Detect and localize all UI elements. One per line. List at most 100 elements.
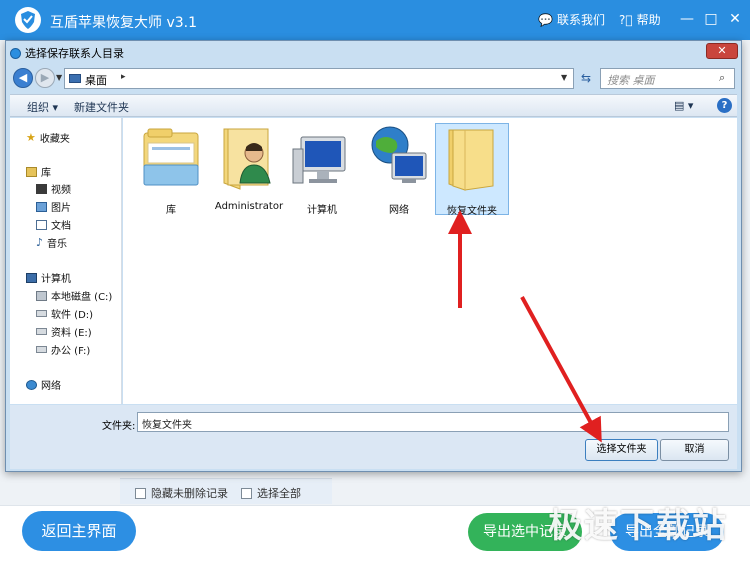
help-circle-icon[interactable]: ? bbox=[717, 98, 732, 113]
nav-videos[interactable]: 视频 bbox=[36, 181, 71, 196]
picture-icon bbox=[36, 201, 47, 212]
drive-icon bbox=[36, 310, 47, 317]
user-folder-icon bbox=[223, 128, 271, 190]
folder-icon bbox=[448, 129, 494, 191]
nav-label: 计算机 bbox=[41, 274, 71, 285]
navigation-bar: ◀ ▶ ▼ 桌面 ▸ ▼ ⇆ 搜索 桌面 ⌕ bbox=[10, 66, 737, 92]
contact-us-label: 联系我们 bbox=[556, 13, 605, 27]
nav-drive-f[interactable]: 办公 (F:) bbox=[36, 342, 90, 357]
minimize-icon[interactable]: — bbox=[678, 10, 696, 28]
dialog-footer: 文件夹: 恢复文件夹 选择文件夹 取消 bbox=[10, 405, 737, 469]
nav-drive-e[interactable]: 资料 (E:) bbox=[36, 324, 92, 339]
breadcrumb-chevron-icon[interactable]: ▸ bbox=[121, 72, 126, 82]
chat-icon: 💬 bbox=[538, 12, 553, 27]
checkbox-box bbox=[241, 487, 252, 499]
folder-name-label: 文件夹: bbox=[102, 421, 136, 432]
select-all-label: 选择全部 bbox=[257, 487, 301, 500]
history-dropdown-icon[interactable]: ▼ bbox=[56, 73, 62, 82]
maximize-icon[interactable]: □ bbox=[702, 10, 720, 28]
computer-icon bbox=[292, 136, 346, 184]
network-icon bbox=[371, 126, 427, 183]
nav-drive-c[interactable]: 本地磁盘 (C:) bbox=[36, 288, 112, 303]
nav-label: 资料 (E:) bbox=[51, 328, 92, 339]
item-library[interactable]: 库 bbox=[134, 123, 208, 216]
hide-deleted-checkbox[interactable]: 隐藏未删除记录 bbox=[135, 485, 228, 501]
search-icon[interactable]: ⌕ bbox=[719, 71, 725, 85]
nav-pictures[interactable]: 图片 bbox=[36, 199, 71, 214]
close-icon[interactable]: ✕ bbox=[726, 10, 744, 28]
nav-label: 音乐 bbox=[47, 239, 68, 250]
item-label: 库 bbox=[166, 205, 176, 216]
item-recovery-folder[interactable]: 恢复文件夹 bbox=[435, 123, 509, 217]
document-icon bbox=[36, 219, 47, 230]
view-options-icon[interactable]: ▤ ▾ bbox=[674, 99, 693, 112]
help-link[interactable]: ?⃝ 帮助 bbox=[619, 11, 661, 28]
system-drive-icon bbox=[36, 290, 47, 301]
organize-menu[interactable]: 组织 ▾ bbox=[27, 99, 58, 115]
item-administrator[interactable]: Administrator bbox=[212, 123, 286, 215]
watermark: 极速下载站 bbox=[548, 506, 728, 546]
item-computer[interactable]: 计算机 bbox=[285, 123, 359, 216]
hide-deleted-label: 隐藏未删除记录 bbox=[151, 487, 228, 500]
select-all-checkbox[interactable]: 选择全部 bbox=[241, 485, 301, 501]
nav-drive-d[interactable]: 软件 (D:) bbox=[36, 306, 93, 321]
nav-label: 图片 bbox=[51, 203, 71, 214]
item-network[interactable]: 网络 bbox=[362, 123, 436, 216]
help-icon: ?⃝ bbox=[619, 12, 633, 27]
nav-label: 视频 bbox=[51, 185, 71, 196]
back-arrow-icon[interactable]: ◀ bbox=[13, 68, 33, 88]
desktop-icon bbox=[69, 74, 81, 83]
address-bar[interactable]: 桌面 ▸ ▼ bbox=[64, 68, 574, 89]
library-icon bbox=[143, 128, 199, 186]
address-dropdown-icon[interactable]: ▼ bbox=[561, 73, 567, 82]
nav-label: 网络 bbox=[41, 381, 61, 392]
dialog-close-button[interactable]: ✕ bbox=[706, 43, 738, 59]
help-label: 帮助 bbox=[636, 13, 661, 27]
search-box[interactable]: 搜索 桌面 ⌕ bbox=[600, 68, 735, 89]
drive-icon bbox=[36, 346, 47, 353]
star-icon: ★ bbox=[26, 131, 36, 144]
shield-logo-icon bbox=[15, 7, 41, 33]
nav-music[interactable]: ♪ 音乐 bbox=[36, 235, 67, 250]
forward-arrow-icon[interactable]: ▶ bbox=[35, 68, 55, 88]
folder-name-input[interactable]: 恢复文件夹 bbox=[137, 412, 729, 432]
app-title: 互盾苹果恢复大师 v3.1 bbox=[50, 15, 197, 31]
network-icon bbox=[26, 379, 37, 390]
item-label: 恢复文件夹 bbox=[447, 206, 497, 217]
new-folder-button[interactable]: 新建文件夹 bbox=[74, 99, 129, 115]
nav-label: 办公 (F:) bbox=[51, 346, 91, 357]
nav-label: 文档 bbox=[51, 221, 71, 232]
nav-label: 库 bbox=[41, 168, 51, 179]
item-label: 计算机 bbox=[307, 205, 337, 216]
cancel-button[interactable]: 取消 bbox=[660, 439, 729, 461]
select-folder-dialog: 选择保存联系人目录 ✕ ◀ ▶ ▼ 桌面 ▸ ▼ ⇆ 搜索 桌面 ⌕ 组织 ▾ … bbox=[5, 40, 742, 472]
dialog-toolbar: 组织 ▾ 新建文件夹 ▤ ▾ ? bbox=[10, 94, 737, 117]
library-icon bbox=[26, 166, 37, 177]
back-to-home-button[interactable]: 返回主界面 bbox=[22, 511, 136, 551]
contact-us-link[interactable]: 💬 联系我们 bbox=[538, 11, 605, 28]
nav-documents[interactable]: 文档 bbox=[36, 217, 71, 232]
folder-content: 库 Administrator 计算机 网络 恢复文件夹 bbox=[123, 118, 737, 404]
computer-icon bbox=[26, 272, 37, 283]
video-icon bbox=[36, 183, 47, 194]
nav-network[interactable]: 网络 bbox=[26, 377, 61, 392]
address-path[interactable]: 桌面 bbox=[85, 72, 107, 88]
navigation-pane: ★ 收藏夹 库 视频 图片 文档 ♪ 音乐 计算机 本地磁盘 (C:) 软件 (… bbox=[10, 118, 122, 404]
refresh-icon[interactable]: ⇆ bbox=[576, 68, 596, 89]
app-title-bar: 互盾苹果恢复大师 v3.1 💬 联系我们 ?⃝ 帮助 — □ ✕ bbox=[0, 0, 750, 40]
search-input[interactable]: 搜索 桌面 bbox=[607, 72, 655, 88]
select-folder-button[interactable]: 选择文件夹 bbox=[585, 439, 658, 461]
nav-computer[interactable]: 计算机 bbox=[26, 270, 71, 285]
nav-label: 软件 (D:) bbox=[51, 310, 94, 321]
dialog-title-bar: 选择保存联系人目录 bbox=[10, 45, 124, 61]
item-label: Administrator bbox=[214, 201, 284, 212]
nav-label: 收藏夹 bbox=[39, 134, 70, 145]
dialog-app-icon bbox=[10, 47, 21, 59]
drive-icon bbox=[36, 328, 47, 335]
nav-label: 本地磁盘 (C:) bbox=[51, 292, 113, 303]
nav-libraries[interactable]: 库 bbox=[26, 164, 51, 179]
checkbox-box bbox=[135, 487, 146, 499]
music-note-icon: ♪ bbox=[36, 236, 44, 249]
nav-favorites[interactable]: ★ 收藏夹 bbox=[26, 130, 70, 145]
item-label: 网络 bbox=[389, 205, 409, 216]
